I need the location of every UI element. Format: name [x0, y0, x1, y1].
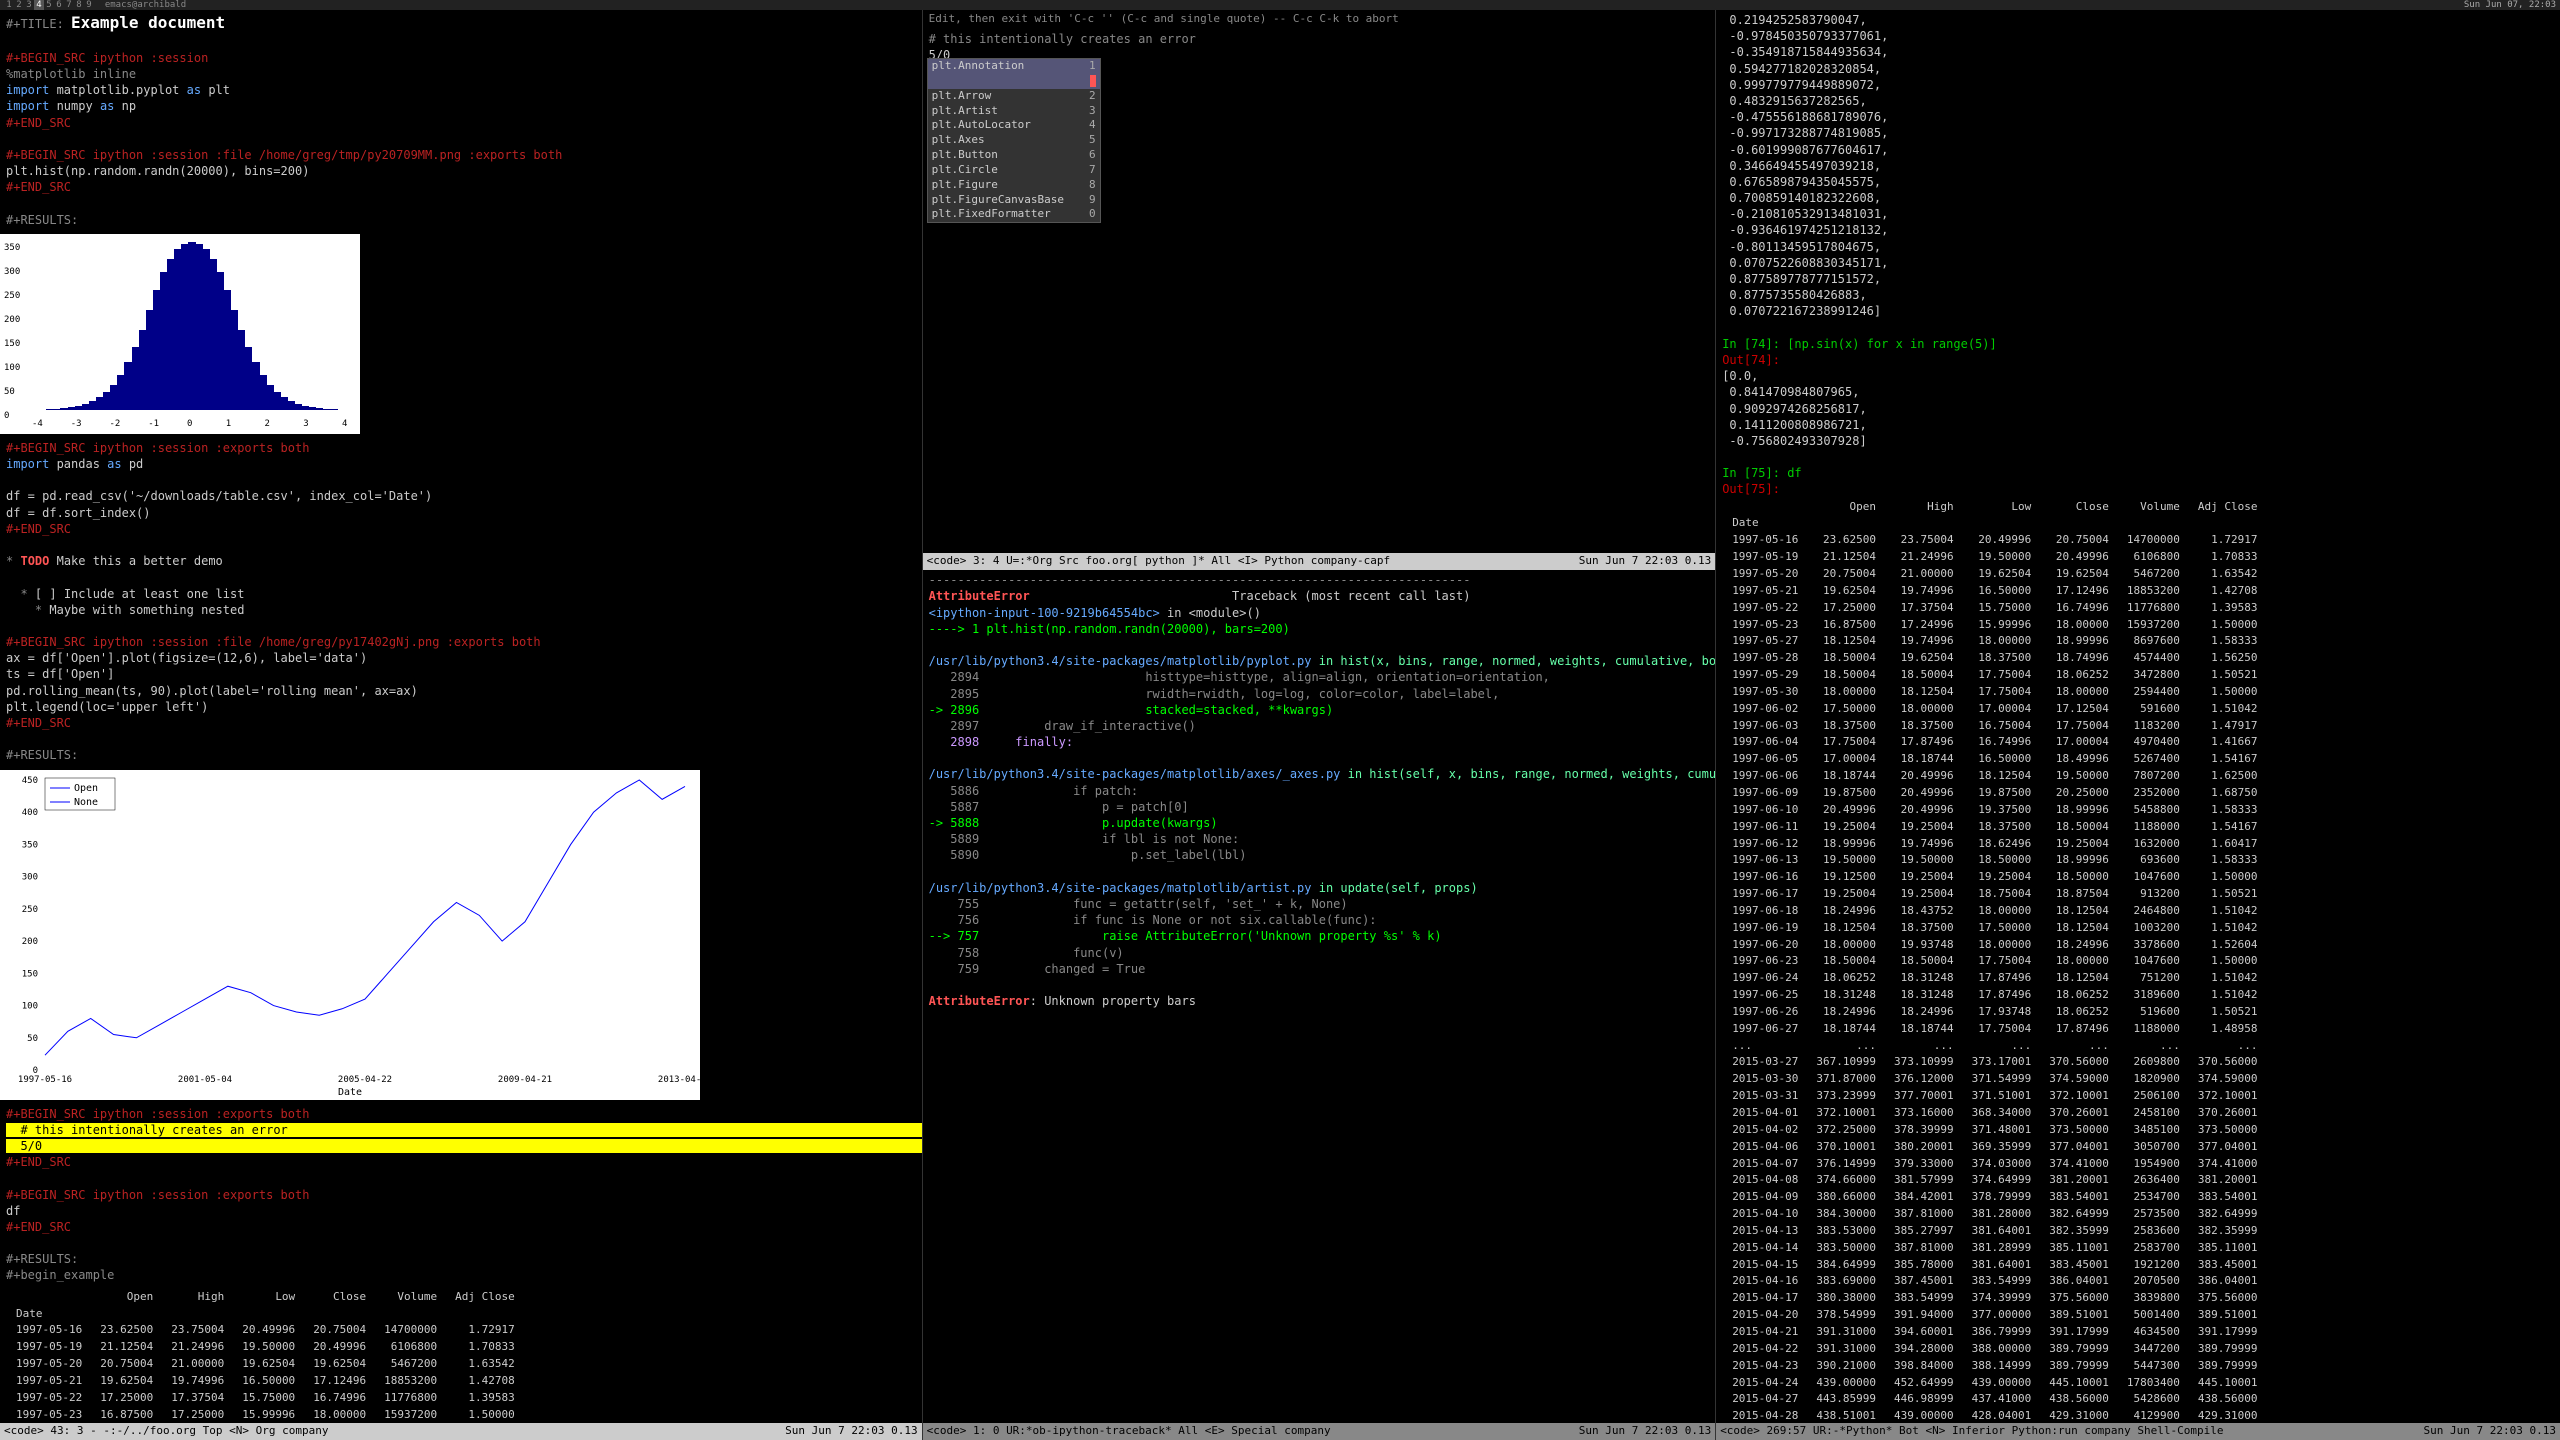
modeline-mid-top: <code> 3: 4 U=:*Org Src foo.org[ python … — [923, 553, 1716, 570]
svg-text:2009-04-21: 2009-04-21 — [498, 1075, 552, 1085]
svg-text:400: 400 — [22, 808, 38, 818]
completion-popup[interactable]: plt.Annotation1plt.Arrow2plt.Artist3plt.… — [927, 58, 1101, 223]
modeline-mid-bot: <code> 1: 0 UR:*ob-ipython-traceback* Al… — [923, 1423, 1716, 1440]
window-title: emacs@archibald — [105, 0, 186, 10]
ws-indicator[interactable]: 123456789 — [4, 0, 99, 10]
timeseries-chart: 050100150200250300350400450 1997-05-1620… — [0, 770, 700, 1100]
svg-text:Open: Open — [74, 783, 98, 794]
svg-text:1997-05-16: 1997-05-16 — [18, 1075, 72, 1085]
svg-text:Date: Date — [338, 1087, 362, 1098]
modeline-right: <code> 269:57 UR:-*Python* Bot <N> Infer… — [1716, 1423, 2560, 1440]
svg-text:50: 50 — [27, 1033, 38, 1043]
org-result-table: OpenHighLowCloseVolumeAdj CloseDate1997-… — [0, 1286, 922, 1424]
edit-header: Edit, then exit with 'C-c '' (C-c and si… — [923, 10, 1716, 29]
page-title: Example document — [71, 13, 225, 32]
svg-text:450: 450 — [22, 776, 38, 786]
svg-text:350: 350 — [22, 840, 38, 850]
histogram-chart: 050100150200250300350 -4-3-2-101234 — [0, 234, 360, 434]
svg-text:2005-04-22: 2005-04-22 — [338, 1075, 392, 1085]
svg-text:2001-05-04: 2001-05-04 — [178, 1075, 232, 1085]
svg-text:200: 200 — [22, 937, 38, 947]
traceback-buffer[interactable]: ----------------------------------------… — [923, 570, 1716, 1011]
modeline-left: <code> 43: 3 - -:-/../foo.org Top <N> Or… — [0, 1423, 922, 1440]
ipython-repl[interactable]: 0.2194252583790047, -0.97845035079337706… — [1716, 10, 2560, 1423]
svg-text:300: 300 — [22, 872, 38, 882]
svg-text:150: 150 — [22, 969, 38, 979]
svg-text:250: 250 — [22, 904, 38, 914]
org-buffer[interactable]: #+TITLE: Example document #+BEGIN_SRC ip… — [0, 10, 922, 230]
svg-text:None: None — [74, 797, 98, 808]
svg-text:100: 100 — [22, 1001, 38, 1011]
topbar: 123456789 emacs@archibald Sun Jun 07, 22… — [0, 0, 2560, 10]
svg-text:2013-04-11: 2013-04-11 — [658, 1075, 700, 1085]
